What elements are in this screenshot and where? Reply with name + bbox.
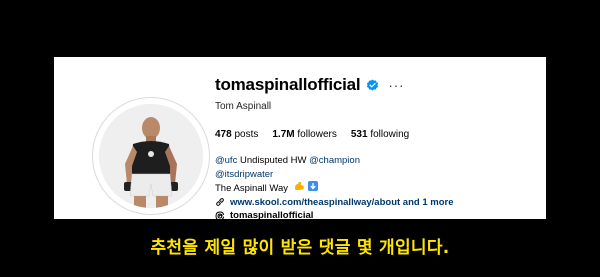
posts-label: posts <box>234 129 259 140</box>
bio-text: Undisputed HW <box>237 155 310 166</box>
following-count[interactable]: 531 following <box>351 129 409 143</box>
flexed-biceps-emoji-icon <box>294 181 305 196</box>
following-label: following <box>370 129 410 140</box>
profile-stats: 478 posts 1.7M followers 531 following <box>215 129 535 143</box>
bio: @ufc Undisputed HW @champion @itsdripwat… <box>215 154 535 219</box>
bio-tagline: The Aspinall Way <box>215 182 289 194</box>
following-number: 531 <box>350 129 368 140</box>
down-arrow-emoji-icon <box>307 181 318 196</box>
followers-label: followers <box>297 129 337 140</box>
posts-count[interactable]: 478 posts <box>215 129 258 143</box>
link-text: www.skool.com/theaspinallway/about and 1… <box>230 196 454 208</box>
threads-icon <box>215 211 225 219</box>
followers-count[interactable]: 1.7M followers <box>272 129 336 143</box>
bio-line-3: The Aspinall Way <box>215 181 535 196</box>
link-icon <box>215 197 225 207</box>
username-row: tomaspinallofficial ··· <box>215 73 535 97</box>
fighter-photo <box>99 104 203 208</box>
external-link[interactable]: www.skool.com/theaspinallway/about and 1… <box>215 196 535 210</box>
ufc-mention-link[interactable]: @ufc <box>215 155 237 166</box>
avatar[interactable] <box>99 104 203 208</box>
more-options-icon[interactable]: ··· <box>388 78 404 93</box>
champion-mention-link[interactable]: @champion <box>309 155 360 166</box>
profile-card: tomaspinallofficial ··· Tom Aspinall 478… <box>54 57 546 219</box>
username: tomaspinallofficial <box>215 75 361 94</box>
full-name: Tom Aspinall <box>215 101 272 112</box>
threads-link[interactable]: tomaspinallofficial <box>215 209 535 219</box>
posts-number: 478 <box>215 129 232 140</box>
itsdripwater-mention-link[interactable]: @itsdripwater <box>215 169 273 180</box>
bio-line-1: @ufc Undisputed HW @champion <box>215 154 535 168</box>
followers-number: 1.7M <box>272 129 295 140</box>
verified-badge-icon <box>366 78 379 92</box>
profile-info: tomaspinallofficial ··· Tom Aspinall 478… <box>215 73 535 219</box>
bio-line-2: @itsdripwater <box>215 168 535 182</box>
threads-handle: tomaspinallofficial <box>230 210 314 219</box>
profile-picture-ring[interactable] <box>92 97 210 215</box>
video-subtitle: 추천을 제일 많이 받은 댓글 몇 개입니다. <box>150 238 450 258</box>
